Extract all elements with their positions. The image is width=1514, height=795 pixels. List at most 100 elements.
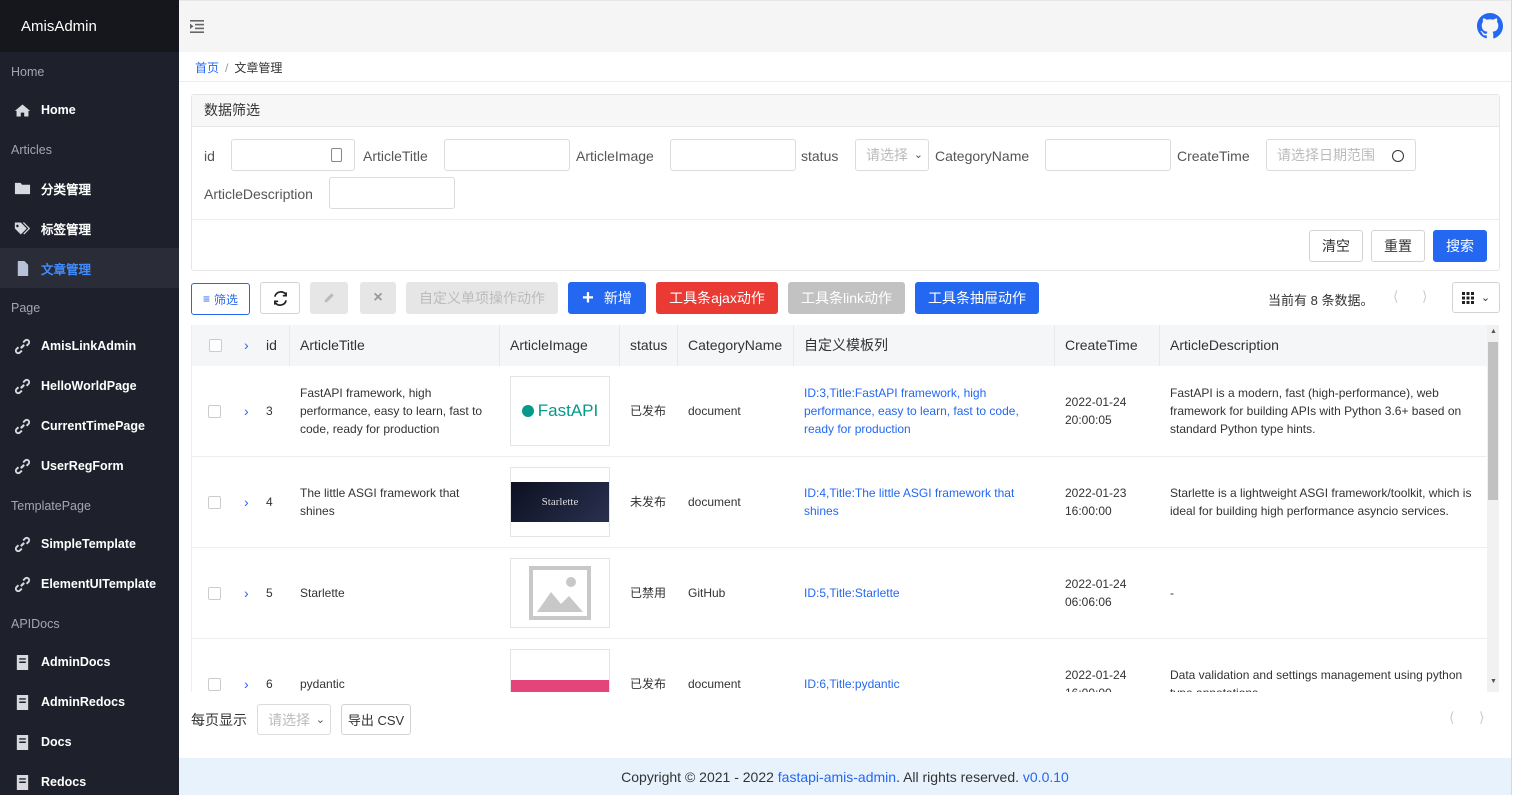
next-page-icon[interactable]: ⟩ — [1479, 709, 1484, 726]
sidebar-item-label: CurrentTimePage — [41, 419, 145, 433]
create-time-cell: 2022-01-24 20:00:05 — [1055, 393, 1160, 429]
prev-page-icon[interactable]: ⟨ — [1393, 288, 1398, 305]
category-cell: document — [688, 404, 741, 418]
column-header[interactable]: status — [620, 325, 678, 366]
image-placeholder-icon — [529, 566, 591, 620]
sidebar-item[interactable]: 分类管理 — [0, 168, 179, 208]
brand-title[interactable]: AmisAdmin — [0, 0, 179, 52]
column-header[interactable]: CategoryName — [678, 325, 794, 366]
link-icon — [12, 534, 32, 554]
column-header[interactable]: 自定义模板列 — [794, 325, 1055, 366]
search-button[interactable]: 搜索 — [1433, 230, 1487, 262]
expand-row-icon[interactable]: › — [232, 493, 257, 512]
sidebar-item[interactable]: UserRegForm — [0, 446, 179, 486]
create-date: 2022-01-24 — [1065, 577, 1127, 591]
article-title-label: ArticleTitle — [363, 148, 428, 164]
delete-button[interactable]: × — [360, 282, 396, 314]
version-link[interactable]: v0.0.10 — [1023, 769, 1069, 785]
toolbar-link-button[interactable]: 工具条link动作 — [788, 282, 905, 314]
edit-button[interactable] — [310, 282, 348, 314]
date-range-field[interactable]: 请选择日期范围 — [1266, 139, 1416, 171]
clear-button[interactable]: 清空 — [1309, 230, 1363, 262]
sidebar-item[interactable]: CurrentTimePage — [0, 406, 179, 446]
next-page-icon[interactable]: ⟩ — [1422, 288, 1427, 305]
filter-toggle-button[interactable]: ≡ 筛选 — [191, 283, 250, 315]
article-image[interactable]: ▽ Pydantic — [510, 649, 610, 692]
create-time-cell: 2022-01-24 16:00:00 — [1055, 666, 1160, 692]
table-row[interactable]: › 6 pydantic ▽ Pydantic 已发布 document ID:6,Title… — [192, 639, 1487, 692]
github-icon[interactable] — [1477, 13, 1503, 39]
row-select-cell — [192, 404, 232, 418]
article-image[interactable] — [510, 558, 610, 628]
article-description-field[interactable] — [329, 177, 455, 209]
table-row[interactable]: › 5 Starlette 已禁用 GitHub ID:5,Title:Starlette… — [192, 548, 1487, 639]
column-header[interactable]: id — [257, 325, 290, 366]
sidebar-group-title: Home — [11, 65, 45, 79]
expand-row-icon[interactable]: › — [232, 402, 257, 421]
article-image[interactable]: FastAPI — [510, 376, 610, 446]
table-row[interactable]: › 3 FastAPI framework, high performance, e… — [192, 366, 1487, 457]
link-icon — [12, 376, 32, 396]
book-icon — [12, 692, 32, 712]
row-checkbox[interactable] — [208, 586, 221, 600]
filter-toggle-label: 筛选 — [214, 292, 239, 307]
sidebar-item[interactable]: AdminDocs — [0, 642, 179, 682]
expand-row-icon[interactable]: › — [232, 584, 257, 603]
add-button-label: 新增 — [603, 290, 632, 306]
sidebar-item[interactable]: SimpleTemplate — [0, 524, 179, 564]
expand-all-icon[interactable]: › — [232, 325, 257, 366]
sidebar-item[interactable]: 文章管理 — [0, 248, 179, 288]
scroll-down-icon[interactable]: ▼ — [1490, 678, 1497, 685]
sidebar-item[interactable]: Home — [0, 90, 179, 130]
breadcrumb-home-link[interactable]: 首页 — [195, 61, 219, 75]
sidebar-item[interactable]: AdminRedocs — [0, 682, 179, 722]
sidebar-item[interactable]: 标签管理 — [0, 208, 179, 248]
column-header[interactable]: ArticleDescription — [1160, 325, 1487, 366]
category-name-field[interactable] — [1045, 139, 1171, 171]
scroll-up-icon[interactable]: ▲ — [1490, 328, 1497, 335]
description-cell: FastAPI is a modern, fast (high-performa… — [1170, 386, 1462, 436]
project-link[interactable]: fastapi-amis-admin — [778, 769, 896, 785]
add-button[interactable]: + 新增 — [568, 282, 646, 314]
number-stepper-icon[interactable] — [331, 148, 342, 162]
sidebar-item[interactable]: HelloWorldPage — [0, 366, 179, 406]
image-cell: FastAPI — [500, 366, 620, 457]
status-select[interactable]: 请选择 ⌄ — [855, 139, 929, 171]
title-cell: FastAPI framework, high performance, eas… — [300, 386, 483, 436]
prev-page-icon[interactable]: ⟨ — [1449, 709, 1454, 726]
custom-single-action-button[interactable]: 自定义单项操作动作 — [406, 282, 558, 314]
expand-row-icon[interactable]: › — [232, 675, 257, 693]
sidebar-item-label: ElementUITemplate — [41, 577, 157, 591]
refresh-button[interactable] — [260, 282, 300, 314]
article-title-field[interactable] — [444, 139, 570, 171]
row-checkbox[interactable] — [208, 677, 221, 691]
sidebar-item[interactable]: ElementUITemplate — [0, 564, 179, 604]
sidebar-item-label: Redocs — [41, 775, 87, 789]
id-label: id — [204, 148, 215, 164]
toolbar-drawer-button[interactable]: 工具条抽屉动作 — [915, 282, 1039, 314]
copyright-text: Copyright © 2021 - 2022 — [621, 769, 778, 785]
column-header[interactable]: CreateTime — [1055, 325, 1160, 366]
column-header[interactable]: ArticleTitle — [290, 325, 500, 366]
scrollbar-thumb[interactable] — [1488, 342, 1498, 500]
article-image[interactable]: Starlette — [510, 467, 610, 537]
record-count: 当前有 8 条数据。 — [1268, 293, 1374, 308]
collapse-menu-icon[interactable] — [190, 20, 204, 33]
sidebar-item[interactable]: Redocs — [0, 762, 179, 795]
sidebar-item-label: AmisLinkAdmin — [41, 339, 137, 353]
create-date: 2022-01-24 — [1065, 668, 1127, 682]
row-checkbox[interactable] — [208, 495, 221, 509]
select-all-checkbox[interactable] — [209, 339, 222, 352]
column-header[interactable]: ArticleImage — [500, 325, 620, 366]
article-image-field[interactable] — [670, 139, 796, 171]
sidebar-item[interactable]: AmisLinkAdmin — [0, 326, 179, 366]
id-field[interactable] — [231, 139, 355, 171]
table-row[interactable]: › 4 The little ASGI framework that shines S… — [192, 457, 1487, 548]
column-toggle-button[interactable]: ⌄ — [1452, 282, 1500, 313]
export-csv-button[interactable]: 导出 CSV — [341, 704, 411, 735]
sidebar-item[interactable]: Docs — [0, 722, 179, 762]
toolbar-ajax-button[interactable]: 工具条ajax动作 — [656, 282, 778, 314]
row-checkbox[interactable] — [208, 404, 221, 418]
reset-button[interactable]: 重置 — [1371, 230, 1425, 262]
per-page-select[interactable]: 请选择 ⌄ — [257, 704, 331, 735]
